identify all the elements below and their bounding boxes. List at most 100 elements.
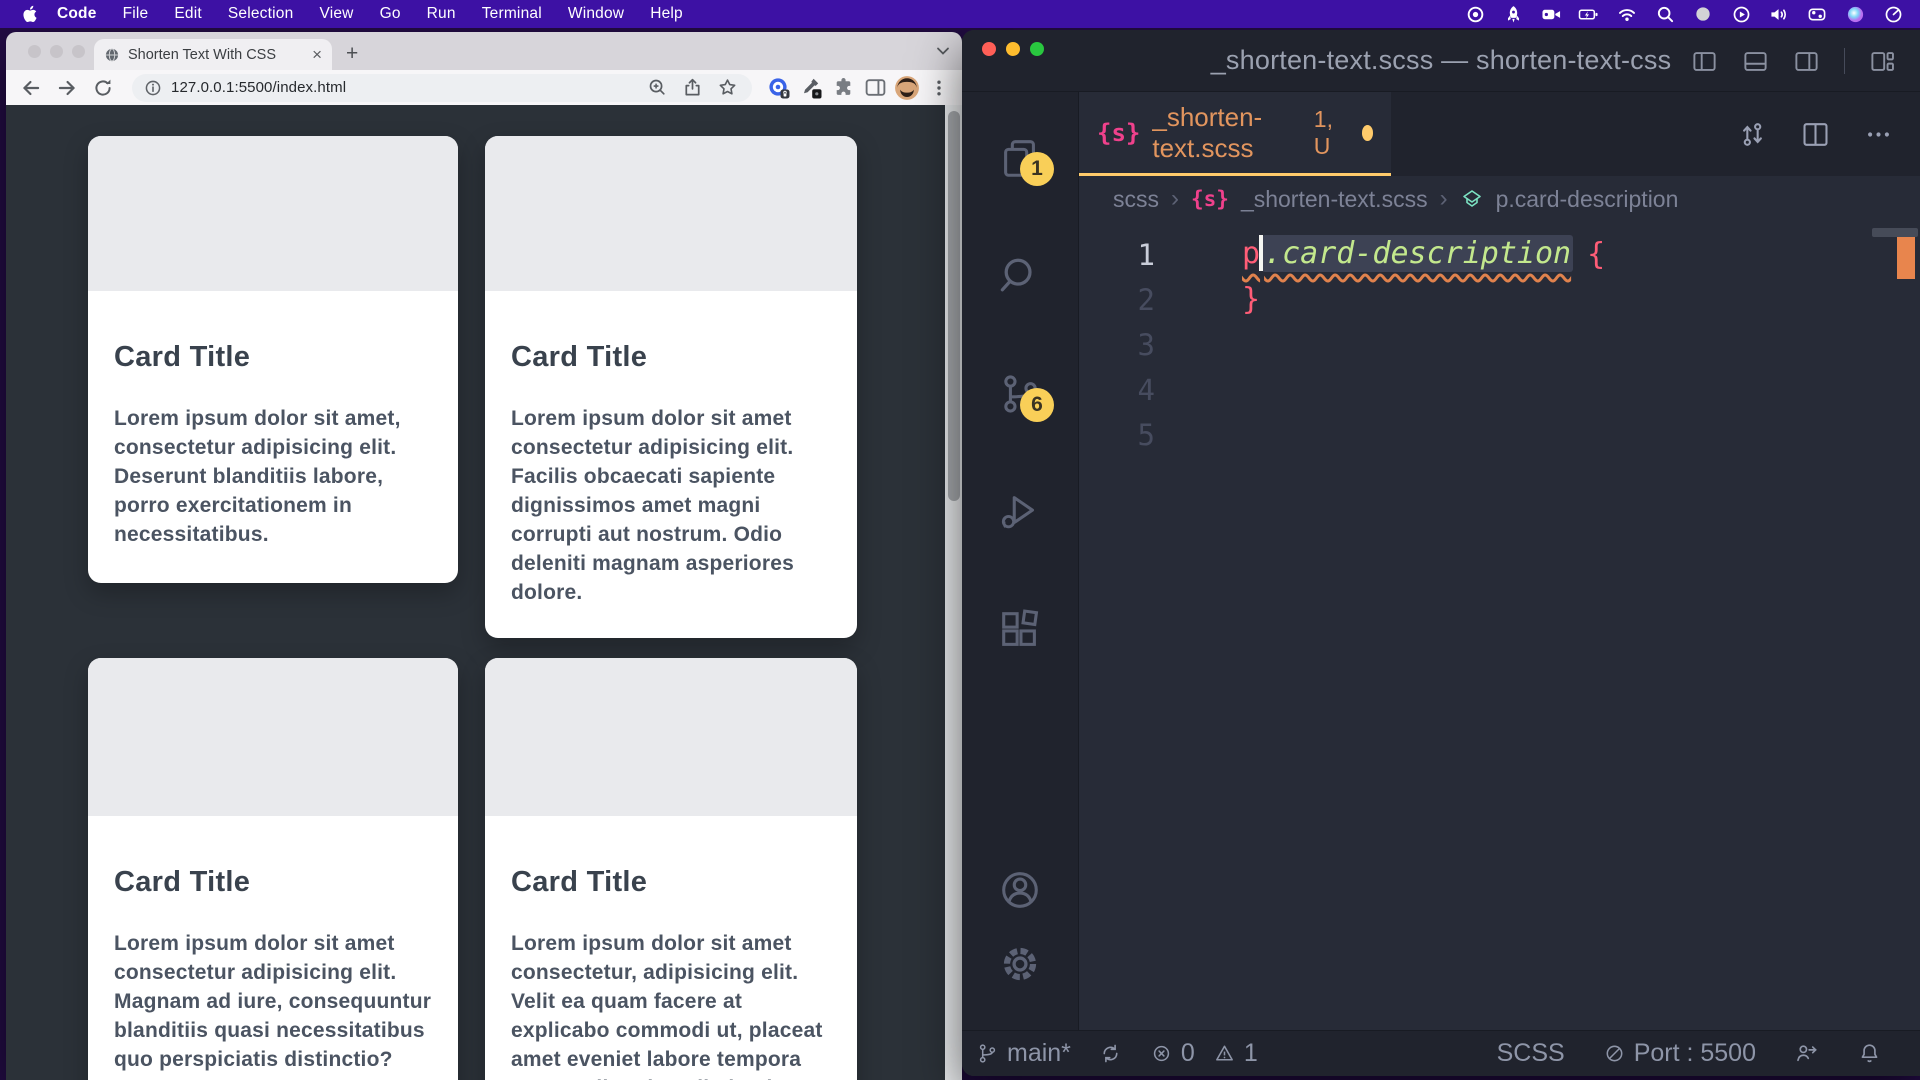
browser-menu-icon[interactable] <box>926 75 952 101</box>
url-bar[interactable]: 127.0.0.1:5500/index.html <box>132 74 752 102</box>
feedback-icon[interactable] <box>1794 1041 1819 1066</box>
menu-view[interactable]: View <box>306 5 366 23</box>
siri-icon[interactable] <box>1844 3 1866 25</box>
menu-window[interactable]: Window <box>555 5 637 23</box>
menu-terminal[interactable]: Terminal <box>469 5 555 23</box>
extensions-puzzle-icon[interactable] <box>830 75 856 101</box>
video-camera-icon[interactable] <box>1540 3 1562 25</box>
toggle-panel-icon[interactable] <box>1742 48 1769 75</box>
close-window-button[interactable] <box>28 45 41 58</box>
menu-file[interactable]: File <box>110 5 162 23</box>
card-4-title: Card Title <box>511 866 831 899</box>
toggle-sidebar-icon[interactable] <box>1691 48 1718 75</box>
menu-go[interactable]: Go <box>367 5 414 23</box>
zoom-window-button[interactable] <box>72 45 85 58</box>
forward-icon[interactable] <box>52 74 82 102</box>
menu-edit[interactable]: Edit <box>161 5 215 23</box>
tab-close-icon[interactable]: × <box>312 46 322 63</box>
notifications-bell-icon[interactable] <box>1857 1041 1882 1066</box>
zoom-icon[interactable] <box>644 75 670 101</box>
url-text[interactable]: 127.0.0.1:5500/index.html <box>171 79 346 96</box>
password-manager-icon[interactable] <box>766 75 792 101</box>
code-line-2[interactable]: 2 } <box>1079 277 1920 322</box>
page-scrollbar[interactable] <box>945 105 962 1080</box>
breadcrumb-symbol[interactable]: p.card-description <box>1496 186 1679 213</box>
wifi-icon[interactable] <box>1616 3 1638 25</box>
account-icon[interactable] <box>996 866 1044 914</box>
code-line-5[interactable]: 5 <box>1079 412 1920 457</box>
share-icon[interactable] <box>679 75 705 101</box>
browser-tab[interactable]: Shorten Text With CSS × <box>94 39 332 70</box>
code-line-4[interactable]: 4 <box>1079 367 1920 412</box>
menu-selection[interactable]: Selection <box>215 5 307 23</box>
rocket-icon[interactable] <box>1502 3 1524 25</box>
control-center-icon[interactable] <box>1806 3 1828 25</box>
code-editor[interactable]: 1 p.card-description { 2 } 3 4 5 <box>1079 222 1920 1030</box>
editor-tab[interactable]: {s} _shorten-text.scss 1, U <box>1079 92 1391 176</box>
split-editor-icon[interactable] <box>1800 119 1831 150</box>
editor-scrollbar[interactable] <box>1872 228 1918 237</box>
volume-icon[interactable] <box>1768 3 1790 25</box>
explorer-icon[interactable]: 1 <box>996 134 1044 182</box>
browser-toolbar: 127.0.0.1:5500/index.html <box>6 70 962 105</box>
profile-avatar[interactable] <box>894 75 920 101</box>
apple-menu-icon[interactable] <box>14 5 44 23</box>
source-control-icon[interactable]: 6 <box>996 370 1044 418</box>
status-dot-icon[interactable] <box>1692 3 1714 25</box>
extensions-icon[interactable] <box>996 606 1044 654</box>
record-icon[interactable] <box>1464 3 1486 25</box>
live-server-port-item[interactable]: Port : 5500 <box>1603 1039 1756 1068</box>
menubar-status-area <box>1464 3 1920 25</box>
menu-help[interactable]: Help <box>637 5 696 23</box>
minimize-window-button[interactable] <box>1006 42 1020 56</box>
spotlight-search-icon[interactable] <box>1654 3 1676 25</box>
editor-actions <box>1737 92 1894 176</box>
zoom-window-button[interactable] <box>1030 42 1044 56</box>
line-number: 3 <box>1079 328 1197 362</box>
new-tab-button[interactable]: + <box>346 42 358 66</box>
code-line-1[interactable]: 1 p.card-description { <box>1079 232 1920 277</box>
open-brace-token: { <box>1587 237 1605 272</box>
tab-file-name: _shorten-text.scss <box>1152 102 1301 164</box>
code-line-3[interactable]: 3 <box>1079 322 1920 367</box>
search-icon[interactable] <box>996 252 1044 300</box>
problems-item[interactable]: 0 1 <box>1150 1039 1258 1068</box>
site-info-icon[interactable] <box>144 79 162 97</box>
close-brace-token: } <box>1242 282 1260 317</box>
clock-icon[interactable] <box>1882 3 1904 25</box>
back-icon[interactable] <box>16 74 46 102</box>
unsaved-changes-dot[interactable] <box>1362 125 1373 141</box>
play-circle-icon[interactable] <box>1730 3 1752 25</box>
status-bar-right: SCSS Port : 5500 <box>1497 1039 1882 1068</box>
vscode-traffic-lights[interactable] <box>962 42 1044 56</box>
breadcrumb-folder[interactable]: scss <box>1113 186 1159 213</box>
menu-run[interactable]: Run <box>414 5 469 23</box>
vscode-titlebar[interactable]: _shorten-text.scss — shorten-text-css <box>962 30 1920 92</box>
sync-item[interactable] <box>1099 1042 1122 1065</box>
card-1-title: Card Title <box>114 341 432 374</box>
browser-traffic-lights[interactable] <box>28 45 85 58</box>
settings-gear-icon[interactable] <box>996 940 1044 988</box>
breadcrumb-file[interactable]: _shorten-text.scss <box>1241 186 1428 213</box>
battery-charging-icon[interactable] <box>1578 3 1600 25</box>
close-window-button[interactable] <box>982 42 996 56</box>
language-mode-item[interactable]: SCSS <box>1497 1039 1565 1068</box>
side-panel-icon[interactable] <box>862 75 888 101</box>
git-branch-item[interactable]: main* <box>976 1039 1071 1068</box>
explorer-badge: 1 <box>1020 152 1054 186</box>
bookmark-star-icon[interactable] <box>714 75 740 101</box>
menu-app-name[interactable]: Code <box>44 5 110 23</box>
open-changes-icon[interactable] <box>1737 119 1768 150</box>
reload-icon[interactable] <box>88 74 118 102</box>
minimize-window-button[interactable] <box>50 45 63 58</box>
run-debug-icon[interactable] <box>996 488 1044 536</box>
tab-search-chevron-icon[interactable] <box>936 46 950 56</box>
customize-layout-icon[interactable] <box>1869 48 1896 75</box>
more-actions-icon[interactable] <box>1863 119 1894 150</box>
color-picker-extension-icon[interactable] <box>798 75 824 101</box>
page-scrollbar-thumb[interactable] <box>948 111 960 501</box>
web-page-content: Card Title Lorem ipsum dolor sit amet, c… <box>6 105 962 1080</box>
card-1-image-placeholder <box>88 136 458 291</box>
card-2-description: Lorem ipsum dolor sit amet consectetur a… <box>511 404 831 607</box>
toggle-secondary-sidebar-icon[interactable] <box>1793 48 1820 75</box>
